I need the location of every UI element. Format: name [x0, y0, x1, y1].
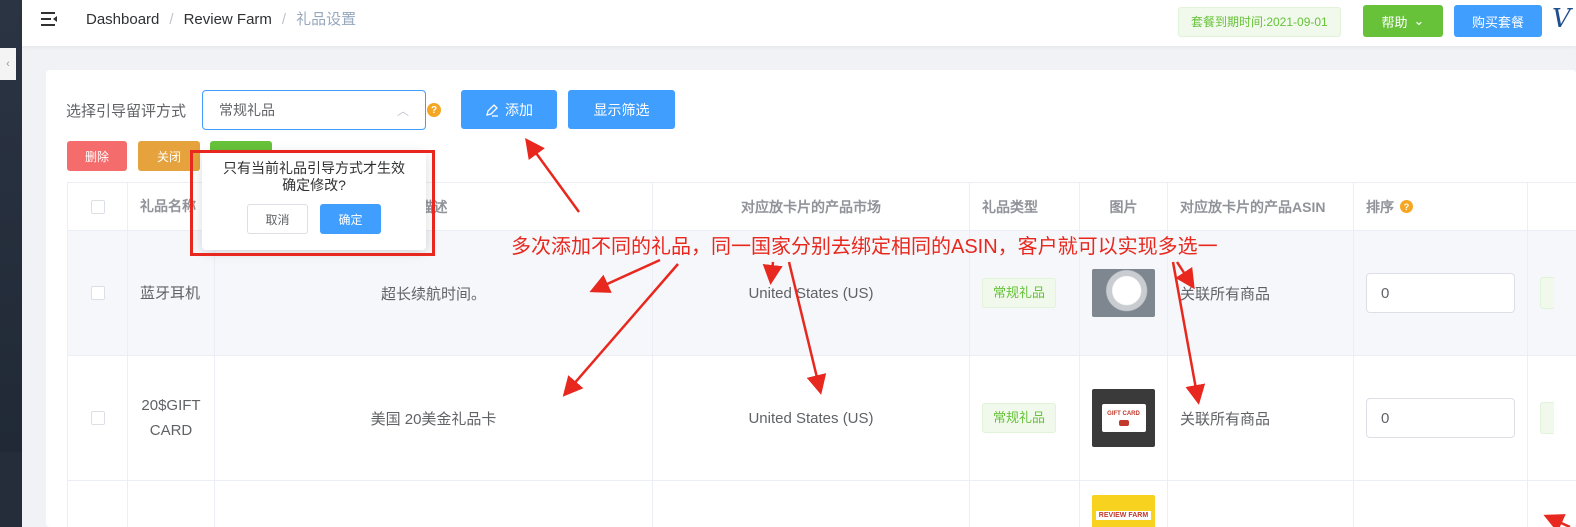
chevron-left-icon: ‹ [6, 58, 10, 70]
row-sort-cell [1354, 481, 1528, 527]
row-more-cell [1528, 231, 1576, 355]
breadcrumb-separator: / [281, 11, 287, 28]
row-name: 20$GIFT CARD [128, 356, 215, 480]
row-select-cell [68, 481, 128, 527]
popover-message-line1: 只有当前礼品引导方式才生效 [223, 160, 405, 176]
mode-label: 选择引导留评方式 [66, 103, 187, 120]
row-status-tag [1540, 277, 1554, 309]
header-type[interactable]: 礼品类型 [970, 183, 1080, 230]
row-more-cell [1528, 356, 1576, 480]
header-asin[interactable]: 对应放卡片的产品ASIN [1168, 183, 1354, 230]
mode-select-value: 常规礼品 [219, 102, 275, 118]
hamburger-icon[interactable] [40, 10, 58, 28]
close-button[interactable]: 关闭 [138, 141, 200, 171]
header-market[interactable]: 对应放卡片的产品市场 [653, 183, 970, 230]
annotation-note: 多次添加不同的礼品，同一国家分别去绑定相同的ASIN，客户就可以实现多选一 [511, 236, 1218, 258]
logo: V [1552, 4, 1571, 34]
table-row[interactable]: REVIEW FARM [68, 481, 1576, 527]
header-sort-label: 排序 [1366, 198, 1394, 215]
delete-button[interactable]: 删除 [67, 141, 127, 171]
row-type-cell: 常规礼品 [970, 356, 1080, 480]
popover-message-line2: 确定修改? [282, 177, 346, 193]
show-filter-button[interactable]: 显示筛选 [568, 90, 675, 129]
row-name: 蓝牙耳机 [128, 231, 215, 355]
breadcrumb-dashboard[interactable]: Dashboard [86, 10, 159, 30]
row-type-cell [970, 481, 1080, 527]
row-select-cell [68, 356, 128, 480]
gift-card-face: GIFT CARD [1101, 404, 1146, 432]
row-market: United States (US) [653, 356, 970, 480]
add-button[interactable]: 添加 [461, 90, 557, 129]
row-picture-cell: REVIEW FARM [1080, 481, 1168, 527]
gift-card-image[interactable]: GIFT CARD [1092, 389, 1155, 447]
review-farm-image[interactable]: REVIEW FARM [1092, 495, 1155, 527]
row-sort-cell: 0 [1354, 231, 1528, 355]
gift-type-tag: 常规礼品 [982, 403, 1057, 433]
help-label: 帮助 [1381, 14, 1408, 30]
row-checkbox[interactable] [90, 286, 105, 300]
row-checkbox[interactable] [90, 411, 105, 425]
sort-input[interactable]: 0 [1366, 398, 1515, 438]
select-all-cell [68, 183, 128, 230]
row-market [653, 481, 970, 527]
question-icon[interactable]: ? [427, 103, 441, 117]
popover-cancel-button[interactable]: 取消 [247, 204, 308, 234]
gift-type-tag: 常规礼品 [982, 278, 1057, 308]
header-more [1528, 183, 1576, 230]
row-asin [1168, 481, 1354, 527]
confirm-popover: 只有当前礼品引导方式才生效 确定修改? 取消 确定 [202, 152, 426, 250]
table-row[interactable]: 20$GIFT CARD 美国 20美金礼品卡 United States (U… [68, 356, 1576, 481]
row-sort-cell: 0 [1354, 356, 1528, 480]
row-desc [215, 481, 653, 527]
header-sort[interactable]: 排序? [1354, 183, 1528, 230]
sidebar-bottom [0, 452, 22, 527]
header-picture: 图片 [1080, 183, 1168, 230]
add-label: 添加 [505, 101, 533, 118]
row-select-cell [68, 231, 128, 355]
popover-message: 只有当前礼品引导方式才生效 确定修改? [202, 160, 426, 194]
row-name [128, 481, 215, 527]
sidebar-collapse-button[interactable]: ‹ [0, 48, 16, 80]
row-desc: 美国 20美金礼品卡 [215, 356, 653, 480]
chevron-down-icon: ⌄ [1413, 13, 1425, 28]
breadcrumb-current: 礼品设置 [296, 11, 357, 28]
review-farm-text: REVIEW FARM [1095, 510, 1152, 520]
question-icon[interactable]: ? [1400, 200, 1413, 213]
breadcrumb: Dashboard / Review Farm / 礼品设置 [86, 10, 356, 30]
earbuds-image[interactable] [1092, 269, 1155, 317]
top-header: Dashboard / Review Farm / 礼品设置 套餐到期时间:20… [22, 0, 1576, 46]
help-dropdown-button[interactable]: 帮助 ⌄ [1363, 5, 1443, 37]
sidebar: ‹ [0, 0, 22, 527]
ribbon-icon [1118, 419, 1129, 426]
breadcrumb-review-farm[interactable]: Review Farm [184, 10, 272, 30]
edit-icon [486, 103, 498, 117]
chevron-up-icon: ︿ [396, 103, 409, 118]
row-asin: 关联所有商品 [1168, 356, 1354, 480]
buy-plan-button[interactable]: 购买套餐 [1454, 5, 1542, 37]
breadcrumb-separator: / [169, 11, 174, 28]
row-status-tag [1540, 402, 1554, 434]
plan-expire-badge: 套餐到期时间:2021-09-01 [1178, 7, 1341, 37]
sort-input[interactable]: 0 [1366, 273, 1515, 313]
mode-select[interactable]: 常规礼品 ︿ [202, 90, 426, 130]
gift-card-text: GIFT CARD [1107, 410, 1140, 417]
row-more-cell [1528, 481, 1576, 527]
select-all-checkbox[interactable] [90, 199, 105, 214]
popover-confirm-button[interactable]: 确定 [320, 204, 381, 234]
row-picture-cell: GIFT CARD [1080, 356, 1168, 480]
